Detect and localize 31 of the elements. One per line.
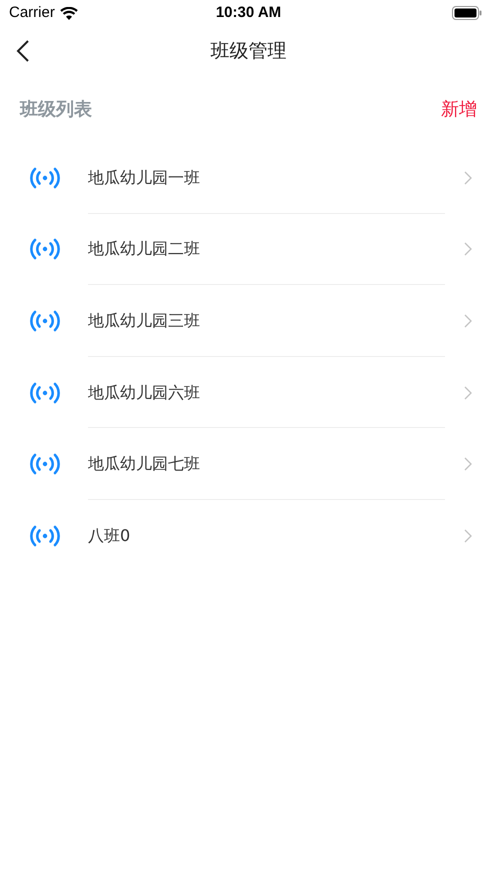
section-title: 班级列表 [20,98,92,122]
broadcast-icon [30,166,60,189]
class-row[interactable]: 地瓜幼儿园二班 [0,214,497,286]
class-name: 地瓜幼儿园七班 [88,453,200,476]
class-name: 八班0 [88,524,130,547]
class-row[interactable]: 地瓜幼儿园六班 [0,356,497,428]
broadcast-icon [30,310,60,332]
class-row[interactable]: 八班0 [0,500,497,572]
class-name: 地瓜幼儿园六班 [88,382,200,404]
class-name: 地瓜幼儿园三班 [88,310,200,332]
add-button[interactable]: 新增 [441,96,477,122]
broadcast-icon [30,382,60,404]
class-row[interactable]: 地瓜幼儿园三班 [0,285,497,357]
chevron-right-icon [464,528,472,543]
chevron-right-icon [464,242,472,256]
chevron-right-icon [464,314,472,328]
broadcast-icon [30,524,60,547]
broadcast-icon [30,453,60,476]
broadcast-icon [30,238,60,260]
battery-icon [452,6,482,20]
clock-text: 10:30 AM [216,2,282,23]
carrier-text: Carrier [9,2,55,23]
chevron-right-icon [464,386,472,400]
chevron-right-icon [464,170,472,185]
chevron-right-icon [464,457,472,472]
class-name: 地瓜幼儿园二班 [88,238,200,260]
wifi-icon [60,6,78,20]
class-row[interactable]: 地瓜幼儿园一班 [0,142,497,214]
class-name: 地瓜幼儿园一班 [88,166,200,189]
class-row[interactable]: 地瓜幼儿园七班 [0,428,497,500]
page-title: 班级管理 [210,38,286,64]
